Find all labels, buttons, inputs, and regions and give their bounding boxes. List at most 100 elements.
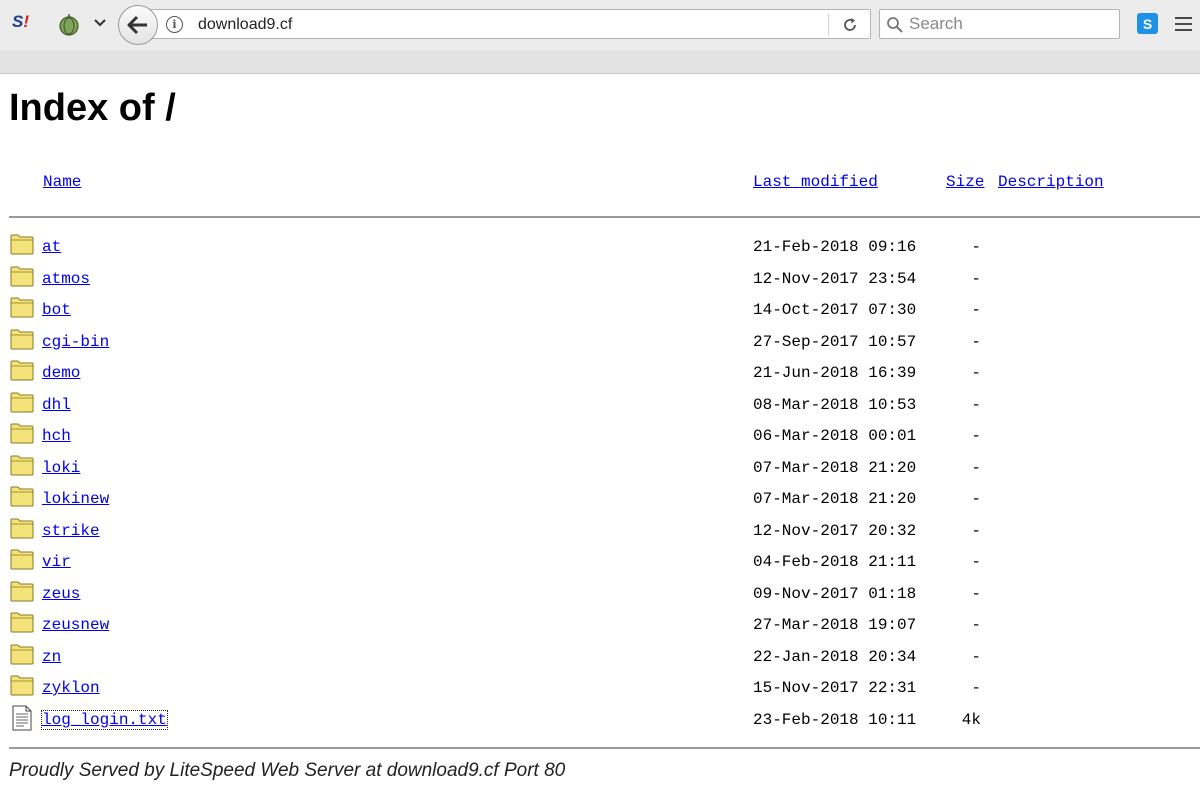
folder-icon [10,421,34,445]
entry-link[interactable]: cgi-bin [42,333,109,351]
server-footer: Proudly Served by LiteSpeed Web Server a… [9,760,566,781]
list-item: zyklon 15-Nov-2017 22:31 - [0,673,1200,704]
folder-icon-graphic [10,392,34,412]
list-item: zeus 09-Nov-2017 01:18 - [0,579,1200,610]
folder-icon [10,673,34,697]
folder-icon [10,642,34,666]
folder-icon-graphic [10,675,34,696]
entry-size: - [971,269,981,288]
back-button[interactable] [118,5,158,45]
entry-size: 4k [961,710,981,729]
search-bar[interactable] [879,9,1120,39]
folder-icon [10,547,34,571]
entry-size: - [971,458,981,477]
folder-icon-graphic [10,581,34,601]
folder-icon [10,264,34,288]
folder-icon [10,516,34,540]
entry-modified: 27-Sep-2017 10:57 [753,332,917,351]
entry-link[interactable]: dhl [42,396,71,414]
entry-link[interactable]: log_login.txt [41,709,168,730]
entry-modified: 07-Mar-2018 21:20 [753,490,917,508]
entry-link[interactable]: strike [42,522,100,540]
entry-modified: 15-Nov-2017 22:31 [753,679,917,697]
folder-icon [10,358,34,382]
folder-icon [10,484,34,508]
text-file-icon-graphic [12,705,32,730]
search-input[interactable] [909,13,1114,35]
column-header-name[interactable]: Name [43,173,81,191]
skype-extension-icon[interactable]: S [1137,13,1158,34]
entry-link[interactable]: vir [42,553,71,571]
list-item: zeusnew 27-Mar-2018 19:07 - [0,610,1200,641]
entry-modified: 08-Mar-2018 10:53 [753,395,917,414]
search-icon [886,16,904,34]
entry-size: - [971,332,981,351]
list-item: vir 04-Feb-2018 21:11 - [0,547,1200,578]
list-item: lokinew 07-Mar-2018 21:20 - [0,484,1200,515]
entry-modified: 09-Nov-2017 01:18 [753,584,917,603]
info-icon[interactable]: i [166,16,183,33]
folder-icon-graphic [10,423,34,444]
folder-icon [10,390,34,414]
entry-size: - [971,647,981,666]
entry-size: - [971,553,981,571]
directory-listing-page: Index of / Name Last modified Size Descr… [0,75,1200,795]
entry-modified: 22-Jan-2018 20:34 [753,647,917,666]
entry-link[interactable]: hch [42,427,71,445]
column-header-description[interactable]: Description [998,173,1114,191]
folder-icon [10,327,34,351]
entry-link[interactable]: zn [42,648,61,666]
reload-icon[interactable] [841,16,859,34]
chevron-down-icon[interactable] [92,15,108,31]
address-bar[interactable]: i download9.cf [140,9,871,39]
entry-modified: 14-Oct-2017 07:30 [753,301,917,319]
entry-size: - [971,238,981,256]
folder-icon-graphic [10,360,34,381]
folder-icon-graphic [10,455,34,475]
url-text[interactable]: download9.cf [198,16,292,34]
entry-link[interactable]: at [42,238,61,256]
entry-modified: 07-Mar-2018 21:20 [753,458,917,477]
page-title: Index of / [9,87,176,129]
toolbar-strip [0,50,1200,74]
s-extension-icon[interactable]: S! [12,12,36,36]
list-item: at 21-Feb-2018 09:16 - [0,232,1200,263]
list-item: atmos 12-Nov-2017 23:54 - [0,264,1200,295]
onion-extension-icon[interactable] [58,12,80,36]
entry-modified: 04-Feb-2018 21:11 [753,553,917,571]
entry-link[interactable]: demo [42,364,80,382]
entry-modified: 12-Nov-2017 20:32 [753,521,917,540]
folder-icon-graphic [10,329,34,349]
list-item: loki 07-Mar-2018 21:20 - [0,453,1200,484]
entry-modified: 21-Feb-2018 09:16 [753,238,917,256]
list-item: dhl 08-Mar-2018 10:53 - [0,390,1200,421]
column-header-last-modified[interactable]: Last modified [753,173,878,191]
folder-icon-graphic [10,234,34,255]
folder-icon-graphic [10,518,34,538]
entry-modified: 06-Mar-2018 00:01 [753,427,917,445]
entry-link[interactable]: bot [42,301,71,319]
hamburger-menu-icon[interactable] [1170,15,1200,33]
folder-icon-graphic [10,486,34,507]
column-header-size[interactable]: Size [946,173,984,191]
entry-link[interactable]: zeus [42,585,80,603]
entry-link[interactable]: atmos [42,270,90,288]
list-item: log_login.txt 23-Feb-2018 10:11 4k [0,705,1200,736]
entry-link[interactable]: zyklon [42,679,100,697]
header-divider [9,216,1200,218]
list-item: cgi-bin 27-Sep-2017 10:57 - [0,327,1200,358]
back-arrow-icon [127,15,147,35]
folder-icon [10,295,34,319]
entry-size: - [971,679,981,697]
text-file-icon [10,705,34,730]
list-item: demo 21-Jun-2018 16:39 - [0,358,1200,389]
entry-link[interactable]: zeusnew [42,616,109,634]
entry-link[interactable]: loki [42,459,80,477]
entry-modified: 21-Jun-2018 16:39 [753,364,917,382]
list-item: bot 14-Oct-2017 07:30 - [0,295,1200,326]
url-separator [828,14,829,35]
entry-modified: 23-Feb-2018 10:11 [753,710,917,729]
entry-link[interactable]: lokinew [42,490,109,508]
folder-icon-graphic [10,266,34,286]
folder-icon-graphic [10,644,34,664]
